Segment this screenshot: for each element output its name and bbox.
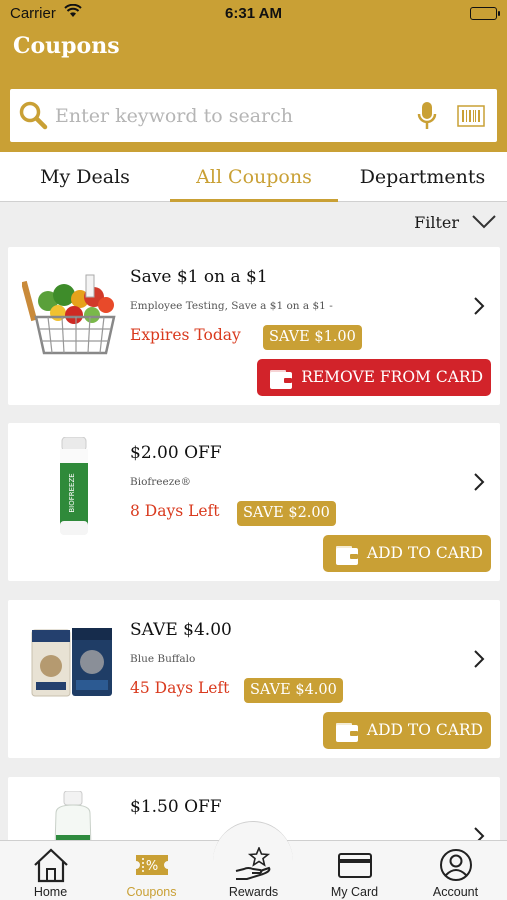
coupon-subtitle: Blue Buffalo [130, 653, 196, 665]
coupon-title: $2.00 OFF [130, 443, 222, 463]
coupon-expiry: 45 Days Left [130, 679, 230, 697]
tabbar-rewards[interactable]: Rewards [203, 841, 304, 900]
grocery-basket-image [20, 261, 122, 361]
add-to-card-label: ADD TO CARD [366, 544, 483, 562]
biofreeze-bottle-image: BIOFREEZE [22, 436, 122, 537]
status-bar: Carrier 6:31 AM [0, 0, 507, 28]
coupon-expiry: 8 Days Left [130, 502, 220, 520]
bottom-tab-bar: Home % Coupons Rewards My Card Account [0, 821, 507, 900]
chevron-right-icon[interactable] [472, 295, 486, 317]
status-time: 6:31 AM [225, 5, 282, 22]
add-to-card-label: ADD TO CARD [366, 721, 483, 739]
coupon-title: Save $1 on a $1 [130, 267, 268, 287]
wallet-icon [335, 720, 359, 757]
wallet-icon [335, 543, 359, 580]
rewards-icon [203, 847, 304, 883]
coupon-title: SAVE $4.00 [130, 620, 232, 640]
coupon-subtitle: Employee Testing, Save a $1 on a $1 - [130, 300, 333, 312]
tabbar-my-card[interactable]: My Card [304, 841, 405, 900]
remove-from-card-button[interactable]: REMOVE FROM CARD [257, 359, 491, 396]
add-to-card-button[interactable]: ADD TO CARD [322, 535, 491, 572]
tabbar-account[interactable]: Account [405, 841, 506, 900]
barcode-scanner-icon[interactable] [457, 105, 485, 131]
page-title: Coupons [13, 33, 120, 59]
account-icon [405, 847, 506, 883]
coupon-tabs: My Deals All Coupons Departments [0, 152, 507, 202]
coupon-title: $1.50 OFF [130, 797, 222, 817]
search-icon [18, 100, 48, 134]
tab-my-deals[interactable]: My Deals [0, 152, 170, 202]
tabbar-account-label: Account [432, 885, 479, 899]
battery-icon [470, 7, 500, 20]
svg-text:BIOFREEZE: BIOFREEZE [68, 473, 76, 512]
chevron-right-icon[interactable] [472, 648, 486, 670]
chevron-down-icon [472, 215, 496, 229]
chevron-right-icon[interactable] [472, 471, 486, 493]
microphone-icon[interactable] [417, 101, 437, 135]
add-to-card-button[interactable]: ADD TO CARD [322, 712, 491, 749]
tabbar-home-label: Home [33, 885, 68, 899]
header: Coupons [0, 28, 507, 152]
home-icon [0, 847, 101, 883]
coupon-card[interactable]: BIOFREEZE $2.00 OFF Biofreeze® 8 Days Le… [8, 423, 500, 581]
search-bar[interactable] [10, 89, 497, 142]
tabbar-my-card-label: My Card [330, 885, 379, 899]
tab-all-coupons[interactable]: All Coupons [170, 152, 338, 202]
save-badge: SAVE $2.00 [237, 501, 336, 526]
filter-label: Filter [414, 213, 459, 232]
filter-button[interactable]: Filter [407, 210, 497, 236]
coupon-icon: % [101, 847, 202, 883]
coupon-card[interactable]: SAVE $4.00 Blue Buffalo 45 Days Left SAV… [8, 600, 500, 758]
coupon-expiry: Expires Today [130, 326, 241, 344]
save-badge: SAVE $1.00 [263, 325, 362, 350]
tab-departments[interactable]: Departments [338, 152, 507, 202]
tabbar-home[interactable]: Home [0, 841, 101, 900]
tabbar-coupons[interactable]: % Coupons [101, 841, 202, 900]
card-icon [304, 847, 405, 883]
remove-from-card-label: REMOVE FROM CARD [301, 368, 483, 386]
tabbar-rewards-label: Rewards [228, 885, 279, 899]
search-input[interactable] [55, 99, 395, 132]
svg-text:%: % [145, 859, 157, 874]
wallet-icon [269, 367, 293, 404]
coupon-card[interactable]: Save $1 on a $1 Employee Testing, Save a… [8, 247, 500, 405]
dog-food-bags-image [22, 614, 122, 714]
coupon-subtitle: Biofreeze® [130, 476, 191, 488]
tabbar-coupons-label: Coupons [126, 885, 177, 899]
save-badge: SAVE $4.00 [244, 678, 343, 703]
